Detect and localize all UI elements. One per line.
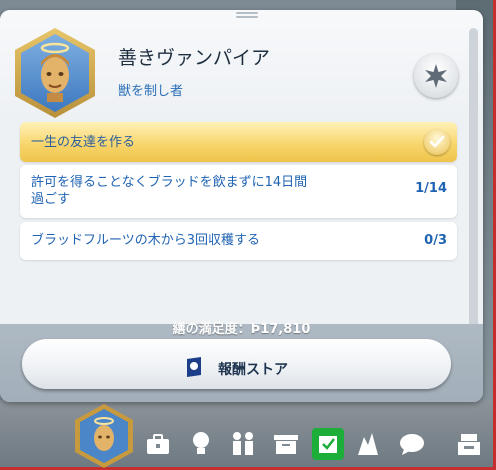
goal-text-line1: 許可を得ることなくブラッドを飲まずに14日間	[31, 175, 308, 190]
club-button[interactable]	[352, 428, 384, 460]
scrollbar-thumb[interactable]	[469, 28, 478, 328]
aspiration-portrait	[13, 26, 97, 120]
chat-button[interactable]	[396, 428, 428, 460]
aspiration-tab-button[interactable]	[73, 402, 135, 470]
panel-drag-grip-icon[interactable]	[236, 10, 258, 18]
inventory-icon	[274, 435, 298, 454]
reward-store-label: 報酬ストア	[218, 362, 288, 378]
skills-icon	[193, 432, 209, 454]
goal-complete-badge	[424, 129, 450, 155]
inventory-button[interactable]	[270, 428, 302, 460]
check-icon	[429, 135, 445, 148]
aspiration-title: 善きヴァンパイア	[118, 47, 271, 69]
star-badge-icon	[425, 64, 447, 88]
goal-text: 一生の友達を作る	[31, 135, 136, 150]
career-button[interactable]	[142, 428, 174, 460]
household-icon	[458, 434, 480, 455]
goal-progress-count: 0/3	[424, 233, 447, 248]
satisfaction-currency-icon: Ϸ	[250, 322, 261, 337]
reward-store-icon	[183, 355, 205, 379]
satisfaction-points: 繕の満足度：Ϸ17,810	[0, 318, 483, 337]
whims-button[interactable]	[312, 428, 344, 460]
goal-item[interactable]: 許可を得ることなくブラッドを飲まずに14日間 過ごす 1/14	[20, 165, 457, 218]
club-icon	[358, 433, 378, 455]
goal-item[interactable]: ブラッドフルーツの木から3回収穫する 0/3	[20, 222, 457, 260]
aspiration-icon	[75, 404, 133, 468]
whims-icon	[319, 436, 337, 453]
chat-icon	[400, 434, 424, 455]
skills-button[interactable]	[185, 428, 217, 460]
goal-item-completed[interactable]: 一生の友達を作る	[20, 122, 457, 162]
satisfaction-value: 17,810	[260, 322, 311, 337]
career-icon	[147, 434, 169, 454]
goal-text-line2: 過ごす	[31, 192, 71, 207]
satisfaction-label: 繕の満足度：	[172, 322, 251, 337]
household-button[interactable]	[453, 428, 485, 460]
star-badge-button[interactable]	[414, 54, 458, 98]
relationships-icon	[233, 432, 253, 455]
aspiration-subtitle: 獣を制し者	[118, 84, 184, 99]
goal-progress-count: 1/14	[415, 181, 447, 196]
goal-text: ブラッドフルーツの木から3回収穫する	[31, 233, 261, 248]
relationships-button[interactable]	[227, 428, 259, 460]
